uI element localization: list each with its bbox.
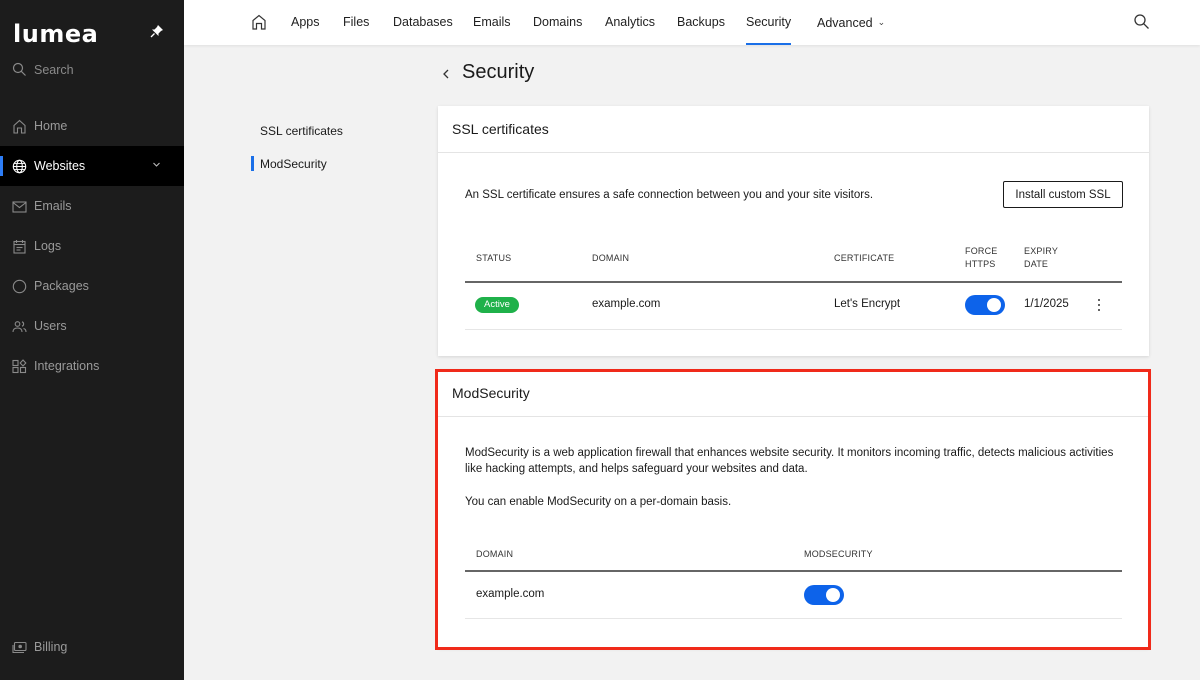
sidebar-item-emails[interactable]: Emails [0,186,184,226]
top-navigation: Apps Files Databases Emails Domains Anal… [184,0,1200,45]
sidebar-item-websites[interactable]: Websites [0,146,184,186]
header-line: Expiry [1024,246,1059,256]
nav-domains[interactable]: Domains [533,0,582,45]
home-icon[interactable] [251,14,267,30]
sidebar-item-label: Billing [34,640,68,654]
sidebar-item-packages[interactable]: Packages [0,266,184,306]
mail-icon [12,200,27,213]
column-header-status: Status [476,253,512,263]
modsecurity-description: ModSecurity is a web application firewal… [465,445,1113,477]
back-chevron-icon[interactable] [440,66,452,82]
description-line: like hacking attempts, and helps safegua… [465,463,808,475]
sidebar-item-label: Home [34,119,68,133]
header-line: HTTPS [965,259,996,269]
domain-cell: example.com [592,298,661,310]
nav-backups[interactable]: Backups [677,0,725,45]
page-title: Security [462,61,535,83]
status-badge: Active [475,297,519,313]
column-header-expiry-date: Expiry Date [1024,245,1058,271]
search-icon [12,62,26,76]
description-line: ModSecurity is a web application firewal… [465,447,1114,459]
grid-icon [12,358,27,373]
ssl-certificates-card: SSL certificates An SSL certificate ensu… [438,106,1149,356]
table-header-divider [465,570,1122,572]
chevron-down-icon: ⌄ [877,17,886,27]
sidebar-item-integrations[interactable]: Integrations [0,346,184,386]
nav-emails[interactable]: Emails [473,0,511,45]
home-icon [13,119,26,134]
users-icon [12,320,27,332]
nav-databases[interactable]: Databases [393,0,453,45]
more-options-icon[interactable] [1096,299,1102,313]
billing-icon [12,641,27,653]
modsecurity-card-title: ModSecurity [438,370,1149,417]
modsecurity-toggle[interactable] [804,585,844,605]
ssl-description: An SSL certificate ensures a safe connec… [465,189,874,201]
column-header-domain: Domain [476,549,514,559]
nav-advanced[interactable]: Advanced ⌄ [817,0,885,45]
sidebar: lumea Search Home Websites Emails Logs P… [0,0,184,680]
globe-icon [12,159,27,173]
header-line: Force [965,246,998,256]
row-divider [465,618,1122,619]
sidebar-item-label: Integrations [34,359,100,373]
modsecurity-card: ModSecurity ModSecurity is a web applica… [438,370,1149,648]
sidebar-item-label: Emails [34,199,72,213]
install-custom-ssl-button[interactable]: Install custom SSL [1003,181,1123,208]
sidebar-item-label: Packages [34,279,89,293]
subnav-ssl-certificates[interactable]: SSL certificates [260,124,343,138]
pin-icon[interactable] [150,24,164,38]
column-header-domain: Domain [592,253,630,263]
sidebar-item-home[interactable]: Home [0,106,184,146]
chevron-down-icon[interactable] [152,160,161,169]
column-header-certificate: Certificate [834,253,895,263]
table-header-divider [465,281,1122,283]
row-divider [465,329,1122,330]
certificate-cell: Let's Encrypt [834,298,901,310]
subnav-modsecurity[interactable]: ModSecurity [260,157,327,171]
sidebar-item-label: Logs [34,239,62,253]
search-label: Search [34,62,74,77]
toggle-knob [826,588,840,602]
sidebar-item-label: Users [34,319,67,333]
search-icon[interactable] [1133,13,1150,30]
domain-cell: example.com [476,588,545,600]
sidebar-item-logs[interactable]: Logs [0,226,184,266]
lumea-logo[interactable]: lumea [13,20,98,48]
force-https-toggle[interactable] [965,295,1005,315]
nav-analytics[interactable]: Analytics [605,0,655,45]
calendar-log-icon [13,239,26,254]
nav-apps[interactable]: Apps [291,0,320,45]
nav-security[interactable]: Security [746,0,792,45]
sidebar-item-label: Websites [34,159,86,173]
sidebar-item-users[interactable]: Users [0,306,184,346]
expiry-date-cell: 1/1/2025 [1024,298,1069,310]
circle-icon [12,279,27,293]
header-line: Date [1024,259,1049,269]
modsecurity-per-domain-note: You can enable ModSecurity on a per-doma… [465,496,732,508]
ssl-card-title: SSL certificates [438,106,1149,153]
sidebar-item-billing[interactable]: Billing [0,627,184,667]
subnav-active-marker [251,156,254,171]
sidebar-search[interactable]: Search [12,62,74,77]
column-header-modsecurity: ModSecurity [804,549,873,559]
toggle-knob [987,298,1001,312]
nav-files[interactable]: Files [343,0,369,45]
nav-advanced-label: Advanced [817,16,873,30]
column-header-force-https: Force HTTPS [965,245,998,271]
